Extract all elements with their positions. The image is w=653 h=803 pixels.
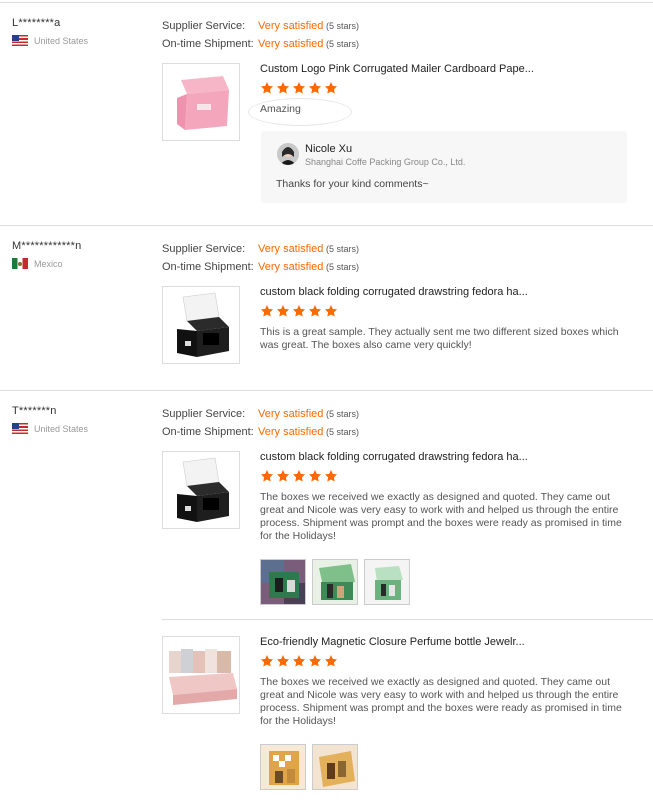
shipment-label: On-time Shipment: <box>162 261 254 273</box>
star-icon <box>260 81 274 95</box>
supplier-ratings: Supplier Service: Very satisfied (5 star… <box>162 17 359 53</box>
review-stars <box>260 81 338 95</box>
buyer-name: L********a <box>12 17 61 29</box>
review-stars <box>260 654 338 668</box>
supplier-reply: Nicole Xu Shanghai Coffe Packing Group C… <box>261 131 627 203</box>
shipment-value: Very satisfied <box>258 38 324 50</box>
supplier-ratings: Supplier Service: Very satisfied (5 star… <box>162 240 359 276</box>
supplier-service-label: Supplier Service: <box>162 408 246 420</box>
buyer-name: T*******n <box>12 405 57 417</box>
star-icon <box>292 304 306 318</box>
star-icon <box>292 654 306 668</box>
top-divider <box>0 2 653 3</box>
product-review: custom black folding corrugated drawstri… <box>162 286 642 366</box>
supplier-service-label: Supplier Service: <box>162 20 246 32</box>
review-photo[interactable] <box>312 559 358 605</box>
product-title[interactable]: custom black folding corrugated drawstri… <box>260 451 630 463</box>
star-icon <box>308 469 322 483</box>
star-icon <box>260 469 274 483</box>
reply-author: Nicole Xu <box>305 143 353 155</box>
product-thumbnail[interactable] <box>162 286 240 364</box>
review-2: M************n Mexico Supplier Service: … <box>0 240 653 390</box>
product-title[interactable]: custom black folding corrugated drawstri… <box>260 286 630 298</box>
star-icon <box>324 469 338 483</box>
star-icon <box>260 654 274 668</box>
review-photo[interactable] <box>312 744 358 790</box>
review-3: T*******n United States Supplier Service… <box>0 405 653 803</box>
star-icon <box>324 654 338 668</box>
review-text: The boxes we received we exactly as desi… <box>260 676 622 727</box>
us-flag-icon <box>12 35 28 46</box>
shipment-stars: (5 stars) <box>326 427 360 437</box>
review-divider <box>0 225 653 226</box>
shipment-stars: (5 stars) <box>326 39 360 49</box>
supplier-service-value: Very satisfied <box>258 243 324 255</box>
product-review: custom black folding corrugated drawstri… <box>162 451 642 611</box>
buyer-info: M************n Mexico <box>12 240 81 269</box>
review-text: Amazing <box>260 103 301 115</box>
supplier-ratings: Supplier Service: Very satisfied (5 star… <box>162 405 359 441</box>
item-divider <box>162 619 653 620</box>
star-icon <box>292 81 306 95</box>
review-divider <box>0 390 653 391</box>
buyer-country: United States <box>34 423 89 434</box>
buyer-name: M************n <box>12 240 82 252</box>
star-icon <box>260 304 274 318</box>
star-icon <box>324 81 338 95</box>
supplier-service-stars: (5 stars) <box>326 409 360 419</box>
product-title[interactable]: Custom Logo Pink Corrugated Mailer Cardb… <box>260 63 630 75</box>
star-icon <box>308 654 322 668</box>
star-icon <box>276 654 290 668</box>
star-icon <box>324 304 338 318</box>
review-stars <box>260 469 338 483</box>
review-photo[interactable] <box>260 559 306 605</box>
star-icon <box>308 81 322 95</box>
supplier-service-stars: (5 stars) <box>326 244 360 254</box>
us-flag-icon <box>12 423 28 434</box>
buyer-country: United States <box>34 35 89 46</box>
star-icon <box>276 81 290 95</box>
shipment-value: Very satisfied <box>258 261 324 273</box>
buyer-info: T*******n United States <box>12 405 88 434</box>
star-icon <box>308 304 322 318</box>
review-photo-gallery <box>260 744 358 790</box>
shipment-stars: (5 stars) <box>326 262 360 272</box>
review-stars <box>260 304 338 318</box>
review-text: This is a great sample. They actually se… <box>260 326 619 351</box>
avatar <box>277 143 299 165</box>
mexico-flag-icon <box>12 258 28 269</box>
reply-company: Shanghai Coffe Packing Group Co., Ltd. <box>305 157 466 167</box>
supplier-service-value: Very satisfied <box>258 20 324 32</box>
star-icon <box>276 304 290 318</box>
product-thumbnail[interactable] <box>162 636 240 714</box>
supplier-service-value: Very satisfied <box>258 408 324 420</box>
star-icon <box>276 469 290 483</box>
star-icon <box>292 469 306 483</box>
review-photo[interactable] <box>364 559 410 605</box>
product-review: Eco-friendly Magnetic Closure Perfume bo… <box>162 636 642 796</box>
review-photo[interactable] <box>260 744 306 790</box>
supplier-service-stars: (5 stars) <box>326 21 360 31</box>
shipment-label: On-time Shipment: <box>162 38 254 50</box>
buyer-country: Mexico <box>34 258 63 269</box>
shipment-value: Very satisfied <box>258 426 324 438</box>
review-photo-gallery <box>260 559 410 605</box>
supplier-service-label: Supplier Service: <box>162 243 246 255</box>
product-title[interactable]: Eco-friendly Magnetic Closure Perfume bo… <box>260 636 630 648</box>
review-text: The boxes we received we exactly as desi… <box>260 491 622 542</box>
reply-text: Thanks for your kind comments~ <box>276 178 429 190</box>
buyer-info: L********a United States <box>12 17 88 46</box>
product-thumbnail[interactable] <box>162 451 240 529</box>
product-thumbnail[interactable] <box>162 63 240 141</box>
shipment-label: On-time Shipment: <box>162 426 254 438</box>
